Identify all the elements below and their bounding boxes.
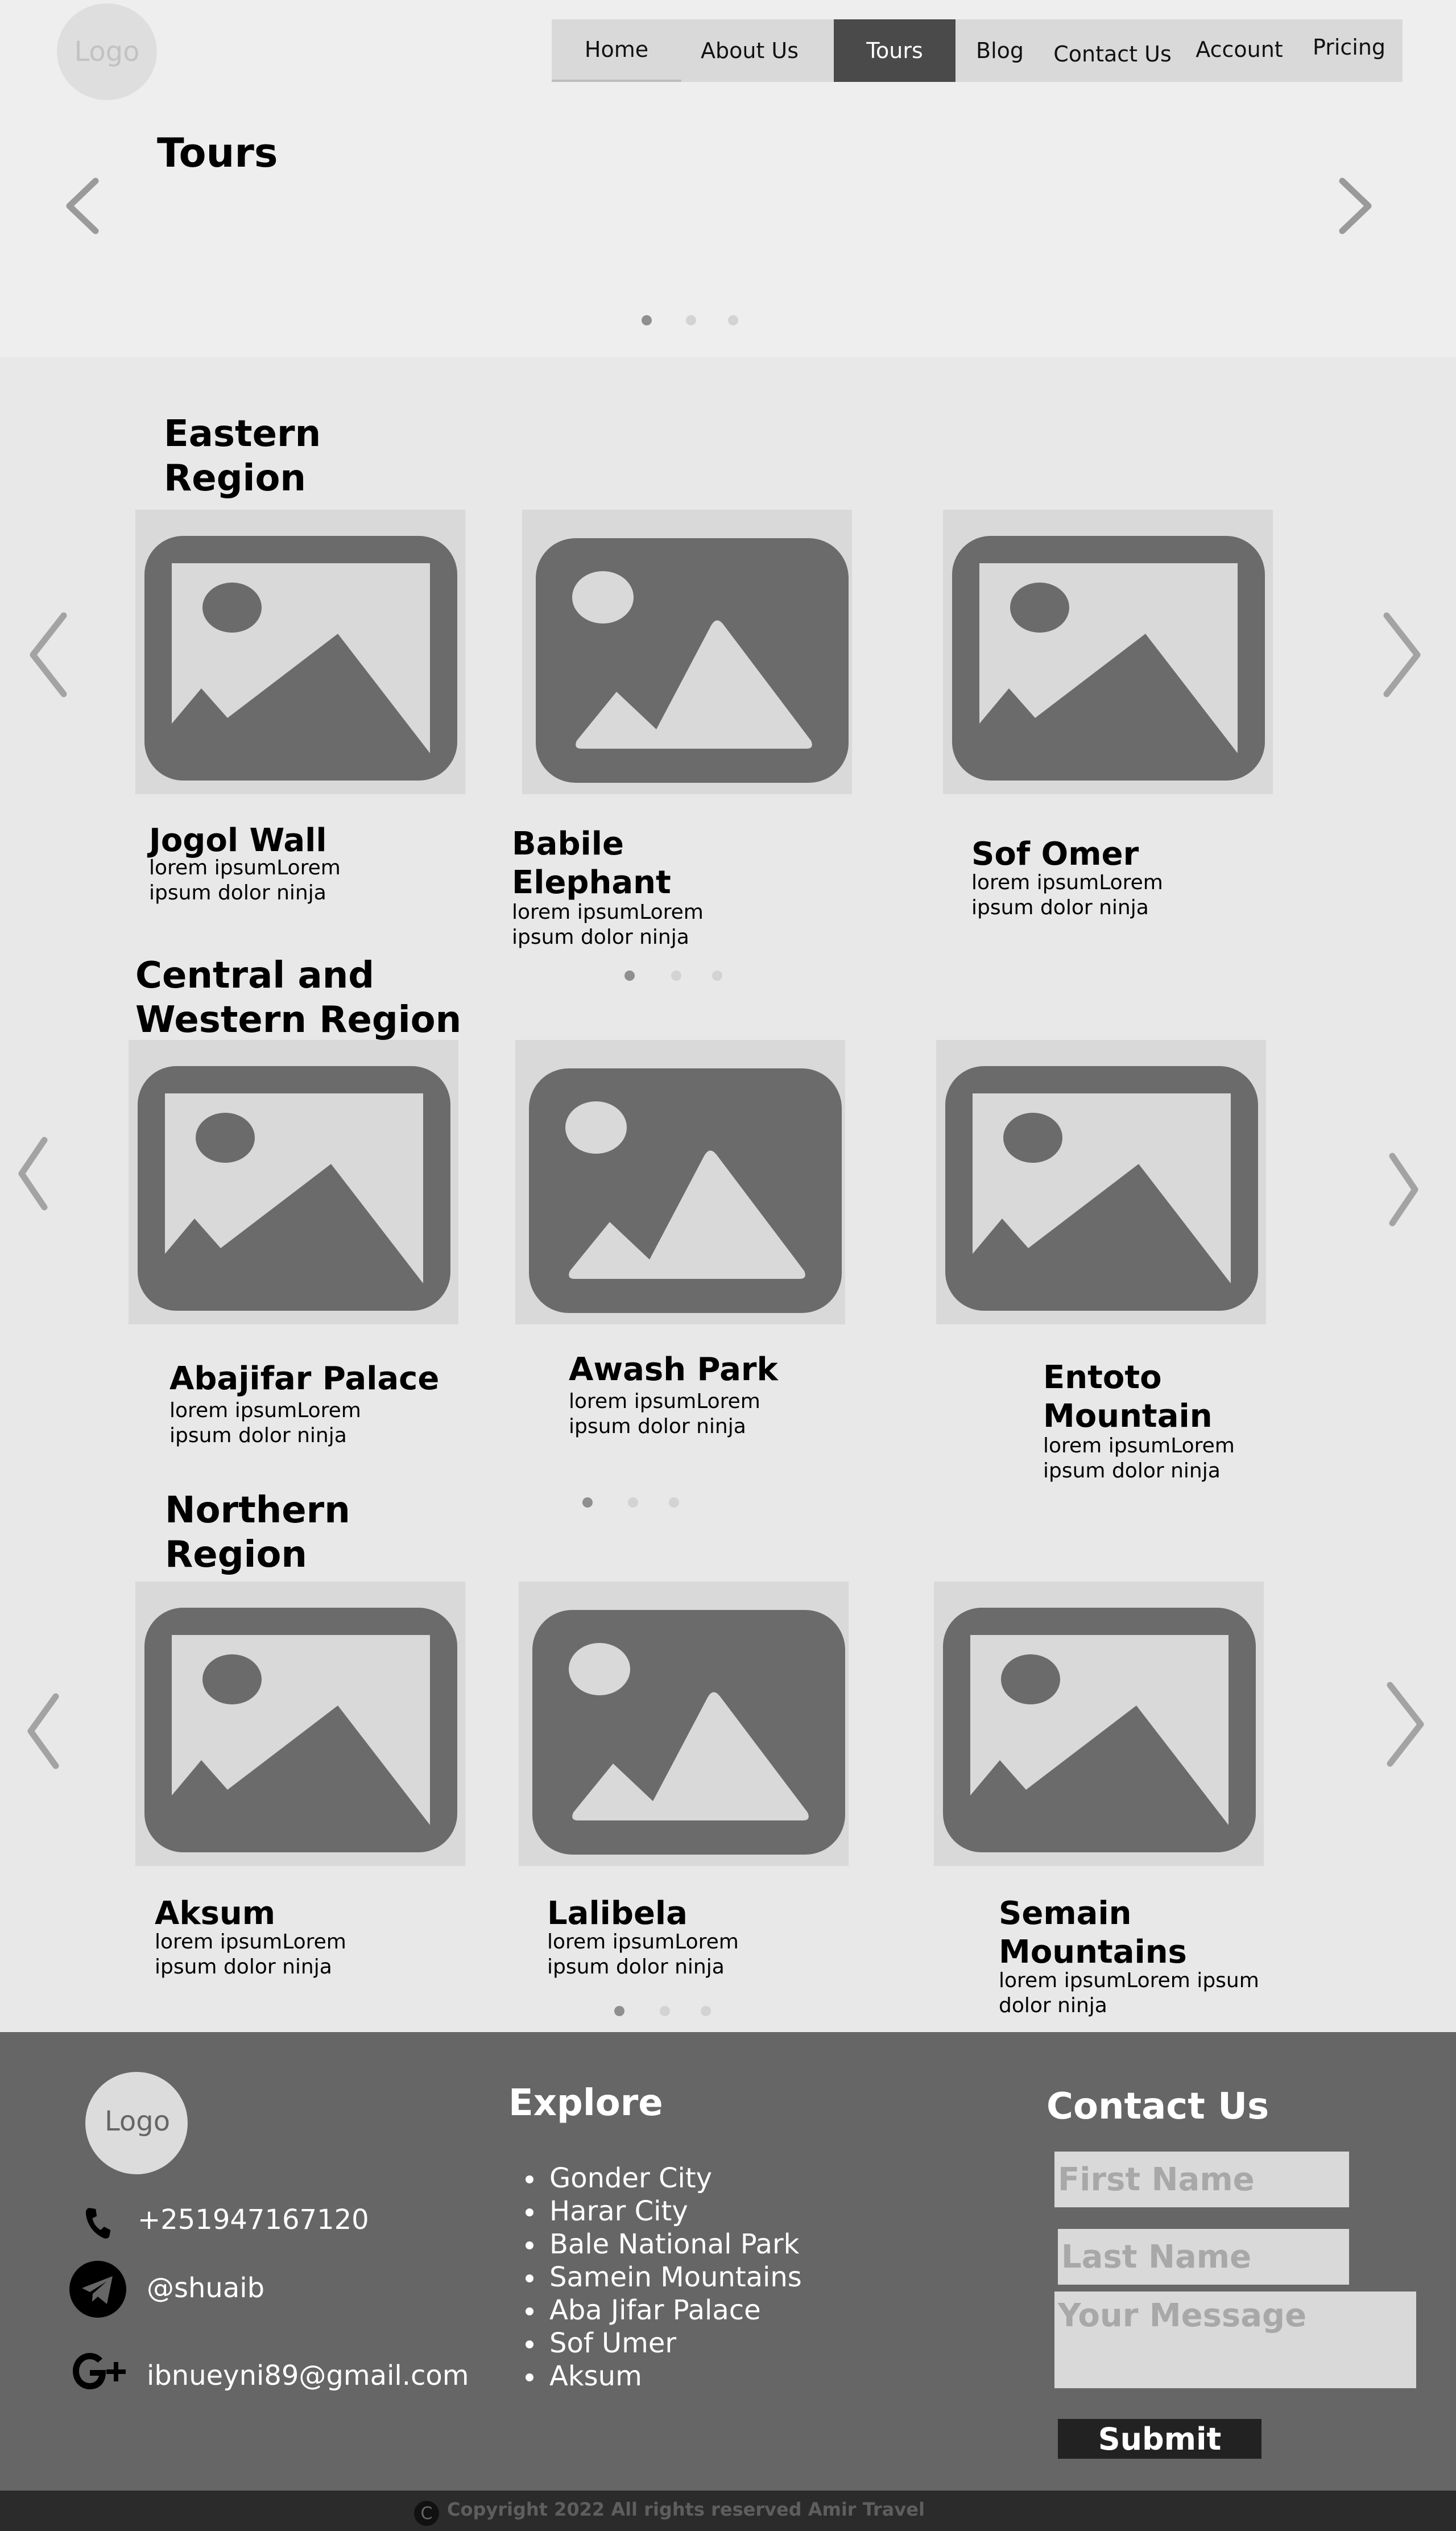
region-2-card-2-description: lorem ipsumLorem ipsum dolor ninja [569,1390,760,1438]
region-3-card-2-description: lorem ipsumLorem ipsum dolor ninja [547,1930,739,1979]
nav-account[interactable]: Account [1181,18,1298,81]
region-1-dot-3[interactable] [712,971,722,981]
region-1-dot-2[interactable] [671,971,681,981]
region-2-card-1-image[interactable] [129,1040,458,1324]
region-1-card-3-image[interactable] [943,510,1273,794]
submit-button[interactable]: Submit [1058,2419,1261,2459]
explore-list: Gonder City Harar City Bale National Park S… [526,2162,802,2393]
nav-home[interactable]: Home [552,19,681,82]
region-3-card-3-description: lorem ipsumLorem ipsum dolor ninja [999,1969,1259,2017]
footer-email[interactable]: ibnueyni89@gmail.com [147,2360,469,2392]
explore-link[interactable]: Aksum [526,2360,802,2393]
explore-link[interactable]: Samein Mountains [526,2261,802,2294]
region-2-card-3-title[interactable]: Entoto Mountain [1043,1359,1282,1436]
region-2-card-3-image[interactable] [936,1040,1266,1324]
footer-logo[interactable]: Logo [85,2072,188,2174]
hero-dot-3[interactable] [728,315,738,325]
nav-blog[interactable]: Blog [956,19,1044,82]
explore-link[interactable]: Harar City [526,2195,802,2228]
last-name-field[interactable] [1058,2229,1349,2285]
region-1-title: Eastern Region [164,413,321,499]
region-3-prev-chevron-left-icon[interactable] [26,1693,60,1769]
explore-link[interactable]: Sof Umer [526,2327,802,2360]
explore-link[interactable]: Aba Jifar Palace [526,2294,802,2327]
nav-pricing[interactable]: Pricing [1298,16,1400,79]
region-1-card-1-image[interactable] [135,510,465,794]
contact-heading: Contact Us [1046,2086,1269,2128]
region-3-card-1-title[interactable]: Aksum [155,1894,382,1933]
region-3-next-chevron-right-icon[interactable] [1385,1682,1425,1767]
message-field[interactable] [1054,2291,1416,2388]
region-2-next-chevron-right-icon[interactable] [1388,1153,1420,1227]
footer-telegram[interactable]: @shuaib [147,2272,264,2304]
region-2-card-2-image[interactable] [515,1040,845,1324]
explore-link[interactable]: Bale National Park [526,2228,802,2261]
region-3-card-2-title[interactable]: Lalibela [547,1894,775,1933]
nav-tours[interactable]: Tours [834,19,956,82]
region-2-card-2-title[interactable]: Awash Park [569,1351,853,1389]
region-2-card-1-description: lorem ipsumLorem ipsum dolor ninja [169,1399,361,1447]
nav-about-us[interactable]: About Us [681,19,818,82]
hero-dot-2[interactable] [686,315,696,325]
region-2-dot-3[interactable] [669,1497,679,1508]
region-1-card-1-title[interactable]: Jogol Wall [149,821,354,860]
region-1-card-2-title[interactable]: Babile Elephant [512,825,717,902]
hero-next-chevron-right-icon[interactable] [1338,177,1374,234]
region-1-card-2-description: lorem ipsumLorem ipsum dolor ninja [512,901,704,949]
region-2-dot-2[interactable] [628,1497,638,1508]
telegram-icon[interactable] [69,2261,126,2320]
region-3-dot-2[interactable] [660,2006,670,2016]
region-2-prev-chevron-left-icon[interactable] [17,1137,49,1211]
site-logo[interactable]: Logo [57,3,157,100]
page-title: Tours [157,130,278,176]
hero-prev-chevron-left-icon[interactable] [64,177,100,234]
region-1-next-chevron-right-icon[interactable] [1382,612,1422,697]
region-2-card-1-title[interactable]: Abajifar Palace [169,1360,454,1398]
region-3-card-3-title[interactable]: Semain Mountains [999,1894,1238,1972]
main-nav: Home About Us Tours Blog Contact Us Acco… [552,19,1403,82]
copyright-icon: C [414,2501,439,2526]
region-1-dot-1[interactable] [624,971,635,981]
region-3-card-3-image[interactable] [934,1582,1264,1866]
footer-phone[interactable]: +251947167120 [138,2204,369,2236]
explore-link[interactable]: Gonder City [526,2162,802,2195]
region-3-dot-1[interactable] [614,2006,624,2016]
phone-icon [80,2205,116,2244]
region-3-card-1-image[interactable] [135,1582,465,1866]
region-3-card-2-image[interactable] [519,1582,849,1866]
region-2-title: Central and Western Region [135,955,462,1041]
region-3-title: Northern Region [165,1489,350,1576]
region-2-dot-1[interactable] [582,1497,593,1508]
region-1-card-2-image[interactable] [522,510,852,794]
region-1-card-1-description: lorem ipsumLorem ipsum dolor ninja [149,856,341,905]
copyright-text: Copyright 2022 All rights reserved Amir … [447,2499,925,2520]
region-1-card-3-title[interactable]: Sof Omer [971,835,1176,874]
region-1-card-3-description: lorem ipsumLorem ipsum dolor ninja [971,871,1163,919]
region-3-dot-3[interactable] [701,2006,711,2016]
google-plus-icon[interactable] [69,2350,129,2400]
region-2-card-3-description: lorem ipsumLorem ipsum dolor ninja [1043,1434,1235,1483]
nav-contact-us[interactable]: Contact Us [1044,23,1181,85]
region-3-card-1-description: lorem ipsumLorem ipsum dolor ninja [155,1930,346,1979]
first-name-field[interactable] [1054,2152,1349,2207]
explore-heading: Explore [508,2082,663,2124]
hero-dot-1[interactable] [642,315,652,325]
region-1-prev-chevron-left-icon[interactable] [28,612,68,697]
